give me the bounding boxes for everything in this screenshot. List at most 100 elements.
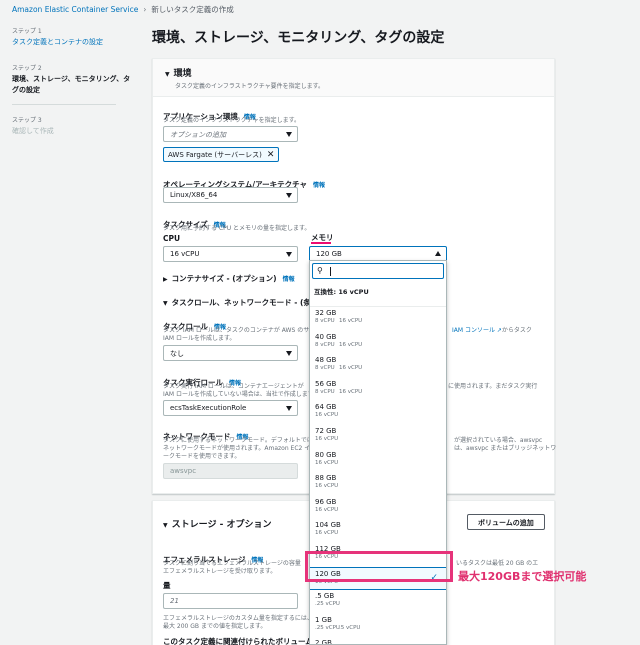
vcpu-tag: 16 vCPU: [339, 341, 363, 348]
memory-option[interactable]: .5 GB .25 vCPU: [310, 590, 446, 614]
wizard-step-1: ステップ 1 タスク定義とコンテナの設定: [12, 26, 132, 47]
cpu-value: 16 vCPU: [170, 250, 200, 258]
vcpu-tag: 16 vCPU: [339, 388, 363, 395]
step-number: ステップ 1: [12, 28, 42, 35]
memory-option[interactable]: 72 GB 16 vCPU: [310, 425, 446, 449]
vcpu-tag: 16 vCPU: [339, 365, 363, 372]
step-number: ステップ 3: [12, 117, 42, 124]
memory-label-underline: [311, 242, 331, 244]
vcpu-tag: .25 vCPU: [315, 601, 340, 608]
app-env-token: AWS Fargate (サーバーレス) ✕: [163, 147, 280, 162]
memory-option[interactable]: 48 GB 8 vCPU 16 vCPU: [310, 354, 446, 378]
breadcrumb-current: 新しいタスク定義の作成: [151, 5, 234, 14]
caret-down-icon[interactable]: ▼: [163, 522, 168, 529]
environment-title: 環境: [173, 69, 192, 79]
volume-desc: このタスク定義に関連付けられたボリュームが: [163, 637, 321, 645]
memory-options-list: 32 GB 8 vCPU 16 vCPU 40 GB 8 vCPU 16 vCPU 48 G…: [310, 307, 446, 645]
amount-label: 量: [163, 581, 171, 590]
option-group-label: 互換性: 16 vCPU: [310, 279, 446, 307]
memory-option-label: 80 GB: [315, 450, 337, 459]
vcpu-tag: 8 vCPU: [315, 341, 335, 348]
vcpu-tag: 16 vCPU: [315, 412, 339, 419]
memory-option-label: 72 GB: [315, 426, 337, 435]
iam-console-link[interactable]: IAM コンソール: [452, 327, 495, 334]
memory-option[interactable]: 96 GB 16 vCPU: [310, 496, 446, 520]
app-env-placeholder: オプションの追加: [170, 131, 226, 139]
memory-option-label: 1 GB: [315, 615, 332, 624]
memory-option[interactable]: 80 GB 16 vCPU: [310, 449, 446, 473]
vcpu-tag: .25 vCPU: [315, 624, 340, 631]
memory-option-label: 56 GB: [315, 379, 337, 388]
vcpu-tag: 8 vCPU: [315, 388, 335, 395]
custom-amount-desc-2: 最大 200 GB までの値を指定します。: [163, 623, 267, 630]
cpu-select[interactable]: 16 vCPU: [163, 246, 298, 262]
breadcrumb: Amazon Elastic Container Service › 新しいタス…: [12, 4, 234, 15]
app-env-desc: タスク定義のインフラストラクチャを指定します。: [163, 117, 301, 124]
memory-option[interactable]: 32 GB 8 vCPU 16 vCPU: [310, 307, 446, 331]
os-select[interactable]: Linux/X86_64: [163, 187, 298, 203]
memory-option-label: 88 GB: [315, 474, 337, 483]
exec-role-select[interactable]: ecsTaskExecutionRole: [163, 400, 298, 416]
close-icon[interactable]: ✕: [267, 150, 275, 160]
memory-dropdown[interactable]: ⚲ 互換性: 16 vCPU 32 GB 8 vCPU 16 vCPU 40 GB 8 …: [309, 260, 447, 645]
vcpu-tag: 16 vCPU: [339, 318, 363, 324]
memory-option-tags: 16 vCPU: [315, 460, 446, 466]
add-volume-button[interactable]: ボリュームの追加: [467, 514, 545, 530]
memory-option[interactable]: 1 GB .25 vCPU.5 vCPU: [310, 614, 446, 638]
container-size-section[interactable]: コンテナサイズ - (オプション): [172, 274, 277, 283]
task-role-value: なし: [170, 350, 184, 358]
step-link[interactable]: タスク定義とコンテナの設定: [12, 37, 132, 47]
network-mode-value: awsvpc: [170, 467, 197, 475]
caret-right-icon[interactable]: ▶: [163, 276, 168, 283]
memory-option[interactable]: 64 GB 16 vCPU: [310, 401, 446, 425]
caret-down-icon[interactable]: ▼: [163, 300, 168, 307]
caret-down-icon: [286, 252, 292, 257]
breadcrumb-link-ecs[interactable]: Amazon Elastic Container Service: [12, 5, 138, 14]
os-info-link[interactable]: 情報: [313, 182, 325, 189]
memory-option-label: 40 GB: [315, 332, 337, 341]
app-env-select[interactable]: オプションの追加: [163, 126, 298, 142]
container-size-info-link[interactable]: 情報: [283, 276, 295, 283]
page: Amazon Elastic Container Service › 新しいタス…: [0, 0, 640, 645]
memory-option-label: 96 GB: [315, 497, 337, 506]
caret-down-icon: [286, 193, 292, 198]
vcpu-tag: 16 vCPU: [315, 459, 339, 466]
network-desc-3: ークモードを使用できます。: [163, 453, 241, 460]
vcpu-tag: 8 vCPU: [315, 318, 335, 324]
memory-option-label: 64 GB: [315, 403, 337, 412]
memory-option[interactable]: 40 GB 8 vCPU 16 vCPU: [310, 331, 446, 355]
storage-title: ストレージ - オプション: [171, 520, 272, 530]
memory-search-input[interactable]: ⚲: [312, 263, 444, 279]
ephemeral-amount-input[interactable]: 21: [163, 593, 298, 609]
exec-role-value: ecsTaskExecutionRole: [170, 404, 247, 412]
vcpu-tag: 16 vCPU: [315, 530, 339, 537]
caret-down-icon: ▼: [165, 71, 170, 78]
vcpu-tag: 16 vCPU: [315, 506, 339, 513]
memory-option-tags: 8 vCPU 16 vCPU: [315, 342, 446, 348]
wizard-step-2: ステップ 2 環境、ストレージ、モニタリング、タグの設定: [12, 63, 132, 96]
network-mode-select: awsvpc: [163, 463, 298, 479]
step-current-label: 環境、ストレージ、モニタリング、タグの設定: [12, 75, 131, 94]
page-title: 環境、ストレージ、モニタリング、タグの設定: [152, 30, 445, 46]
exec-role-desc-right: に使用されます。まだタスク実行: [448, 383, 538, 390]
search-icon: ⚲: [317, 266, 323, 275]
caret-down-icon: [286, 132, 292, 137]
iam-console-suffix: からタスク: [501, 327, 532, 334]
memory-option[interactable]: 104 GB 16 vCPU: [310, 519, 446, 543]
environment-header[interactable]: ▼ 環境 タスク定義のインフラストラクチャ要件を指定します。: [153, 59, 554, 97]
step-disabled-label: 確認して作成: [12, 127, 54, 135]
memory-option[interactable]: 88 GB 16 vCPU: [310, 472, 446, 496]
memory-value: 120 GB: [316, 250, 342, 258]
memory-option[interactable]: 56 GB 8 vCPU 16 vCPU: [310, 378, 446, 402]
memory-option-label: 48 GB: [315, 356, 337, 365]
memory-option-tags: .25 vCPU.5 vCPU: [315, 625, 446, 631]
environment-desc: タスク定義のインフラストラクチャ要件を指定します。: [175, 83, 325, 90]
memory-option[interactable]: 2 GB: [310, 637, 446, 645]
wizard-step-3: ステップ 3 確認して作成: [12, 115, 132, 136]
divider: [12, 104, 116, 105]
task-role-select[interactable]: なし: [163, 345, 298, 361]
step-number: ステップ 2: [12, 65, 42, 72]
ephemeral-desc-2: エフェメラルストレージを受け取ります。: [163, 568, 277, 575]
memory-option-label: 2 GB: [315, 639, 332, 645]
memory-option-label: 32 GB: [315, 309, 337, 317]
